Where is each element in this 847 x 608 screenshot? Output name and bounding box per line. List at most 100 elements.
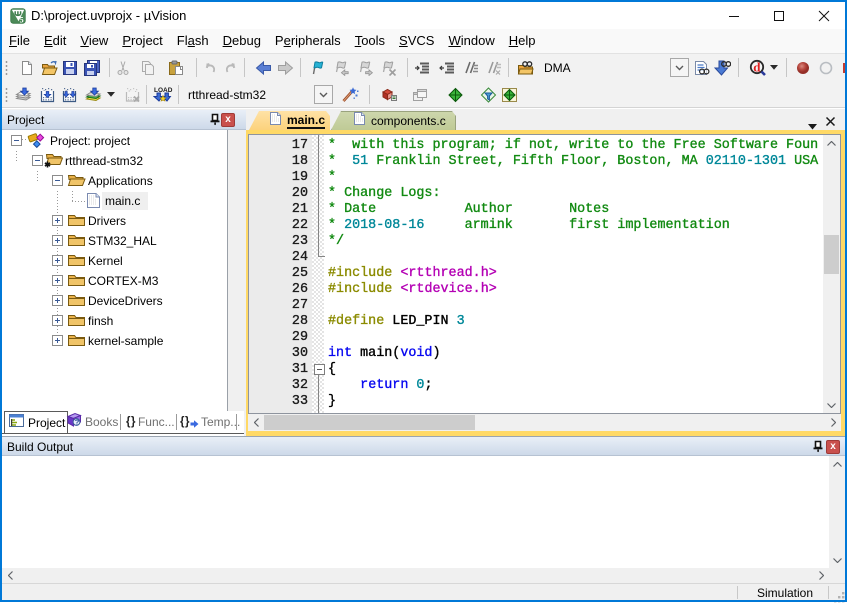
tree-item-applications[interactable]: Applications (2, 171, 227, 191)
tree-item-finsh[interactable]: finsh (2, 311, 227, 331)
paste-button[interactable] (165, 56, 187, 79)
scroll-down-button[interactable] (823, 397, 840, 413)
scroll-down-button[interactable] (829, 552, 845, 568)
panel-tab-functions[interactable]: {}Func... (126, 411, 175, 433)
bookmark-next-button[interactable] (354, 56, 376, 79)
tree-item-kernel[interactable]: Kernel (2, 251, 227, 271)
tree-expander-plus[interactable] (52, 255, 63, 266)
menu-edit[interactable]: Edit (37, 30, 73, 52)
batch-caret-button[interactable] (100, 83, 122, 106)
build-output-content[interactable] (2, 456, 845, 568)
pin-icon[interactable] (811, 440, 825, 454)
save-button[interactable] (59, 56, 81, 79)
scroll-left-button[interactable] (2, 568, 18, 583)
manage-components-button[interactable] (379, 83, 401, 106)
project-panel-close-button[interactable]: x (221, 113, 235, 127)
scroll-up-button[interactable] (823, 135, 840, 151)
target-combo-dropdown[interactable] (314, 85, 333, 104)
build-output-horizontal-scrollbar[interactable] (2, 568, 829, 583)
save-all-button[interactable] (81, 56, 103, 79)
update-packs-button[interactable] (477, 83, 499, 106)
minimize-button[interactable] (711, 2, 756, 29)
tree-item-stm32-hal[interactable]: STM32_HAL (2, 231, 227, 251)
scrollbar-thumb[interactable] (264, 415, 475, 430)
menu-file[interactable]: File (2, 30, 37, 52)
tree-expander-plus[interactable] (52, 335, 63, 346)
uncomment-button[interactable] (482, 56, 504, 79)
close-button[interactable] (801, 2, 846, 29)
tree-expander-plus[interactable] (52, 315, 63, 326)
scrollbar-thumb[interactable] (824, 235, 839, 274)
editor-tab-components-c[interactable]: components.c (331, 111, 456, 130)
nav-forward-button[interactable] (274, 56, 296, 79)
code-editor[interactable]: 1718192021222324252627282930313233 * wit… (248, 134, 841, 414)
download-load-button[interactable]: LOAD (152, 83, 174, 106)
tree-expander-minus[interactable] (32, 155, 43, 166)
undo-button[interactable] (199, 56, 221, 79)
rebuild-button[interactable] (58, 83, 80, 106)
indent-left-button[interactable] (436, 56, 458, 79)
toolbar-grip[interactable] (5, 60, 8, 76)
editor-tab-main-c[interactable]: main.c (249, 111, 330, 130)
tree-item-drivers[interactable]: Drivers (2, 211, 227, 231)
scroll-right-button[interactable] (825, 414, 841, 431)
tree-expander-plus[interactable] (52, 215, 63, 226)
menu-peripherals[interactable]: Peripherals (268, 30, 348, 52)
tree-item-kernel-sample[interactable]: kernel-sample (2, 331, 227, 351)
tree-item-rtthread-stm32[interactable]: rtthread-stm32 (2, 151, 227, 171)
copy-button[interactable] (137, 56, 159, 79)
menu-help[interactable]: Help (502, 30, 543, 52)
bookmark-prev-button[interactable] (330, 56, 352, 79)
target-combo-value[interactable]: rtthread-stm32 (188, 88, 266, 102)
dropdown-caret-button[interactable] (763, 56, 785, 79)
scroll-left-button[interactable] (248, 414, 264, 431)
build-button[interactable] (36, 83, 58, 106)
menu-flash[interactable]: Flash (170, 30, 216, 52)
tree-item-project-project[interactable]: Project: project (2, 131, 227, 151)
menu-view[interactable]: View (73, 30, 115, 52)
search-combo-value[interactable]: DMA (544, 61, 571, 75)
scroll-up-button[interactable] (829, 456, 845, 472)
editor-vertical-scrollbar[interactable] (823, 135, 840, 413)
file-extensions-button[interactable] (409, 83, 431, 106)
tree-item-cortex-m3[interactable]: CORTEX-M3 (2, 271, 227, 291)
toolbar-grip[interactable] (5, 87, 8, 103)
open-file-button[interactable] (38, 56, 60, 79)
menu-tools[interactable]: Tools (348, 30, 392, 52)
select-packs-button[interactable] (444, 83, 466, 106)
tree-expander-minus[interactable] (11, 135, 22, 146)
new-file-button[interactable] (16, 56, 38, 79)
tree-expander-plus[interactable] (52, 295, 63, 306)
panel-tab-templates[interactable]: {}Temp... (180, 411, 240, 433)
menu-debug[interactable]: Debug (216, 30, 268, 52)
target-options-button[interactable] (339, 83, 361, 106)
tree-expander-minus[interactable] (52, 175, 63, 186)
find-in-files-button[interactable] (514, 56, 536, 79)
panel-tab-books[interactable]: ?Books (66, 411, 118, 433)
build-output-vertical-scrollbar[interactable] (829, 456, 845, 568)
menu-project[interactable]: Project (115, 30, 169, 52)
editor-horizontal-scrollbar[interactable] (248, 414, 841, 431)
stop-build-button[interactable] (121, 83, 143, 106)
breakpoint-button[interactable] (792, 56, 814, 79)
tree-expander-plus[interactable] (52, 275, 63, 286)
scroll-right-button[interactable] (813, 568, 829, 583)
menu-svcs[interactable]: SVCS (392, 30, 441, 52)
build-output-close-button[interactable]: x (826, 440, 840, 454)
tab-close-icon[interactable] (825, 114, 837, 126)
menu-window[interactable]: Window (441, 30, 501, 52)
tab-list-caret[interactable] (808, 117, 817, 123)
tree-expander-plus[interactable] (52, 235, 63, 246)
find-doc-button[interactable] (690, 56, 712, 79)
redo-button[interactable] (220, 56, 242, 79)
translate-button[interactable] (13, 83, 35, 106)
pin-icon[interactable] (208, 113, 222, 127)
inc-search-button[interactable] (711, 56, 733, 79)
bookmark-clear-button[interactable] (377, 56, 399, 79)
code-area[interactable]: * with this program; if not, write to th… (324, 135, 823, 413)
bookmark-button[interactable] (307, 56, 329, 79)
cut-button[interactable] (112, 56, 134, 79)
fold-collapse-box[interactable] (314, 364, 325, 375)
tree-item-devicedrivers[interactable]: DeviceDrivers (2, 291, 227, 311)
comment-button[interactable] (459, 56, 481, 79)
